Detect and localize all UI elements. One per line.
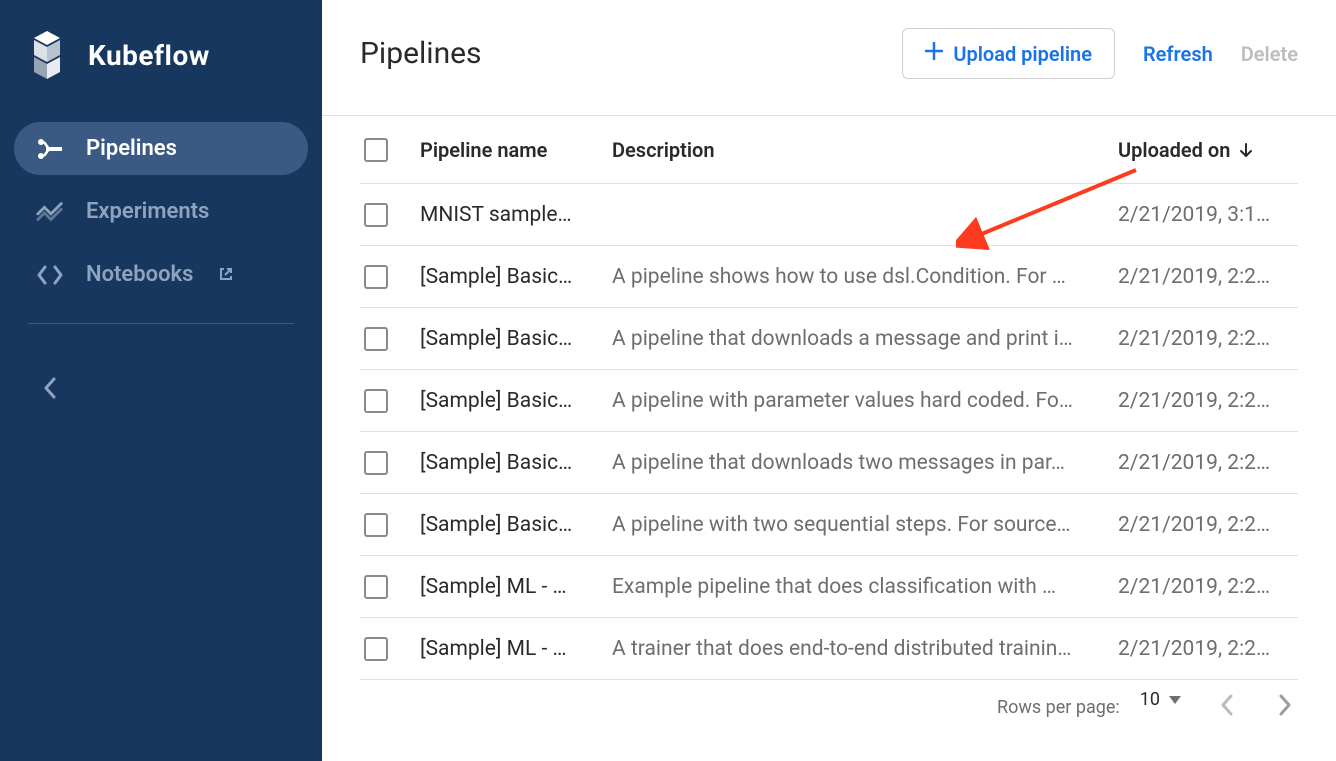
collapse-sidebar-button[interactable] — [36, 374, 64, 402]
select-all-checkbox[interactable] — [364, 138, 388, 162]
experiments-icon — [36, 200, 64, 224]
rows-per-page-select[interactable]: 10 — [1140, 689, 1182, 710]
rows-per-page-value: 10 — [1140, 689, 1160, 710]
pipeline-name-cell: [Sample] Basic… — [420, 513, 612, 537]
pipeline-name-cell: [Sample] Basic… — [420, 327, 612, 351]
sidebar-item-label: Notebooks — [86, 262, 193, 287]
table-row[interactable]: [Sample] ML - … A trainer that does end-… — [360, 618, 1298, 680]
pipelines-icon — [36, 137, 64, 161]
row-checkbox[interactable] — [364, 203, 388, 227]
sidebar-nav: Pipelines Experiments Notebooks — [0, 122, 322, 301]
kubeflow-logo-icon — [20, 28, 74, 82]
row-checkbox[interactable] — [364, 513, 388, 537]
pipeline-uploaded-cell: 2/21/2019, 2:2… — [1118, 513, 1298, 537]
pipeline-uploaded-cell: 2/21/2019, 2:2… — [1118, 637, 1298, 661]
pipeline-uploaded-cell: 2/21/2019, 2:2… — [1118, 451, 1298, 475]
column-header-uploaded-label: Uploaded on — [1118, 138, 1230, 162]
topbar: Pipelines Upload pipeline Refresh Delete — [322, 0, 1336, 115]
sidebar: Kubeflow Pipelines Experiments — [0, 0, 322, 761]
notebooks-icon — [36, 263, 64, 287]
sidebar-item-experiments[interactable]: Experiments — [14, 185, 308, 238]
table-row[interactable]: [Sample] Basic… A pipeline that download… — [360, 308, 1298, 370]
table-header-row: Pipeline name Description Uploaded on — [360, 116, 1298, 184]
column-header-name[interactable]: Pipeline name — [420, 138, 612, 162]
pipeline-uploaded-cell: 2/21/2019, 2:2… — [1118, 327, 1298, 351]
pipeline-uploaded-cell: 2/21/2019, 2:2… — [1118, 265, 1298, 289]
pipeline-name-cell: [Sample] Basic… — [420, 451, 612, 475]
pipeline-name-cell: [Sample] ML - … — [420, 637, 612, 661]
pipeline-description-cell: A pipeline that downloads a message and … — [612, 327, 1118, 351]
table-row[interactable]: [Sample] Basic… A pipeline that download… — [360, 432, 1298, 494]
dropdown-caret-icon — [1168, 689, 1182, 710]
pipeline-uploaded-cell: 2/21/2019, 2:2… — [1118, 389, 1298, 413]
table-row[interactable]: [Sample] Basic… A pipeline with paramete… — [360, 370, 1298, 432]
pipeline-name-cell: MNIST sample… — [420, 203, 612, 227]
pipeline-description-cell: A pipeline with parameter values hard co… — [612, 389, 1118, 413]
row-checkbox[interactable] — [364, 327, 388, 351]
brand-name: Kubeflow — [88, 39, 210, 72]
toolbar-actions: Upload pipeline Refresh Delete — [902, 28, 1298, 79]
pipeline-name-cell: [Sample] Basic… — [420, 265, 612, 289]
page-title: Pipelines — [360, 36, 482, 71]
delete-button[interactable]: Delete — [1241, 42, 1298, 66]
sidebar-item-pipelines[interactable]: Pipelines — [14, 122, 308, 175]
column-header-uploaded[interactable]: Uploaded on — [1118, 138, 1298, 162]
rows-per-page-label: Rows per page: — [997, 697, 1120, 718]
row-checkbox[interactable] — [364, 575, 388, 599]
sidebar-item-label: Pipelines — [86, 136, 177, 161]
table-row[interactable]: [Sample] Basic… A pipeline shows how to … — [360, 246, 1298, 308]
main-content: Pipelines Upload pipeline Refresh Delete… — [322, 0, 1336, 761]
table-row[interactable]: [Sample] Basic… A pipeline with two sequ… — [360, 494, 1298, 556]
pipeline-name-cell: [Sample] ML - … — [420, 575, 612, 599]
brand: Kubeflow — [0, 28, 322, 122]
pipeline-description-cell: A pipeline that downloads two messages i… — [612, 451, 1118, 475]
sidebar-item-label: Experiments — [86, 199, 209, 224]
pipelines-table: Pipeline name Description Uploaded on MN… — [322, 116, 1336, 680]
row-checkbox[interactable] — [364, 389, 388, 413]
pipeline-description-cell: A pipeline shows how to use dsl.Conditio… — [612, 265, 1118, 289]
row-checkbox[interactable] — [364, 265, 388, 289]
row-checkbox[interactable] — [364, 637, 388, 661]
pipeline-name-cell: [Sample] Basic… — [420, 389, 612, 413]
table-row[interactable]: MNIST sample… 2/21/2019, 3:1… — [360, 184, 1298, 246]
upload-button-label: Upload pipeline — [953, 42, 1092, 66]
pipeline-uploaded-cell: 2/21/2019, 2:2… — [1118, 575, 1298, 599]
pipeline-description-cell: A trainer that does end-to-end distribut… — [612, 637, 1118, 661]
refresh-button[interactable]: Refresh — [1143, 42, 1213, 66]
sidebar-item-notebooks[interactable]: Notebooks — [14, 248, 308, 301]
upload-pipeline-button[interactable]: Upload pipeline — [902, 28, 1115, 79]
prev-page-button[interactable] — [1220, 694, 1234, 721]
rows-per-page: Rows per page: 10 — [997, 697, 1182, 718]
table-row[interactable]: [Sample] ML - … Example pipeline that do… — [360, 556, 1298, 618]
row-checkbox[interactable] — [364, 451, 388, 475]
external-link-icon — [219, 262, 233, 287]
page-arrows — [1220, 694, 1292, 721]
pipeline-uploaded-cell: 2/21/2019, 3:1… — [1118, 203, 1298, 227]
pagination: Rows per page: 10 — [322, 680, 1336, 721]
plus-icon — [925, 41, 943, 66]
column-header-description[interactable]: Description — [612, 138, 1118, 162]
next-page-button[interactable] — [1278, 694, 1292, 721]
pipeline-description-cell: Example pipeline that does classificatio… — [612, 575, 1118, 599]
sidebar-divider — [28, 323, 294, 324]
sort-descending-icon — [1238, 142, 1254, 158]
pipeline-description-cell: A pipeline with two sequential steps. Fo… — [612, 513, 1118, 537]
